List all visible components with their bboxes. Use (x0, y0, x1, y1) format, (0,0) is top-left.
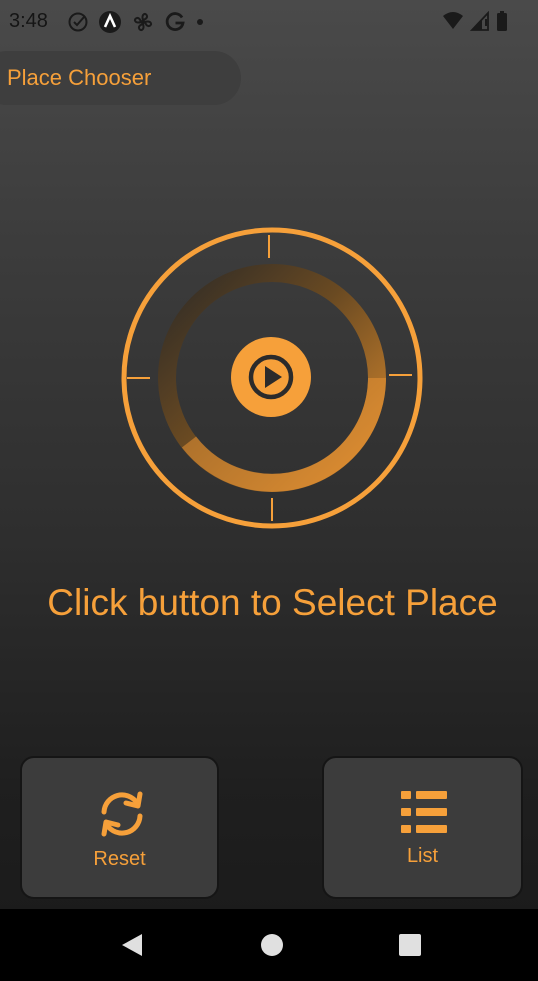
app-a-icon (99, 11, 121, 33)
system-nav-bar (0, 909, 538, 981)
status-system-icons (442, 11, 508, 31)
play-button[interactable] (231, 337, 311, 417)
google-g-icon (165, 12, 185, 31)
app-title: Place Chooser (7, 65, 152, 90)
reset-button-label: Reset (93, 848, 146, 870)
status-time: 3:48 (9, 10, 48, 32)
home-icon[interactable] (260, 933, 284, 957)
status-notification-icons (67, 10, 205, 34)
back-icon[interactable] (120, 932, 144, 958)
dot-icon (197, 19, 203, 25)
battery-icon (497, 11, 507, 31)
wifi-icon (443, 12, 463, 29)
refresh-icon (101, 791, 143, 837)
recents-icon[interactable] (398, 933, 422, 957)
list-button-label: List (406, 845, 439, 867)
check-circle-icon (68, 12, 88, 32)
list-button[interactable]: List (322, 756, 523, 899)
fan-icon (133, 12, 153, 32)
status-bar: 3:48 (0, 0, 538, 44)
list-icon (401, 791, 447, 833)
select-place-prompt: Click button to Select Place (47, 582, 498, 623)
signal-icon (470, 11, 489, 31)
place-dial (121, 227, 423, 529)
reset-button[interactable]: Reset (20, 756, 219, 899)
